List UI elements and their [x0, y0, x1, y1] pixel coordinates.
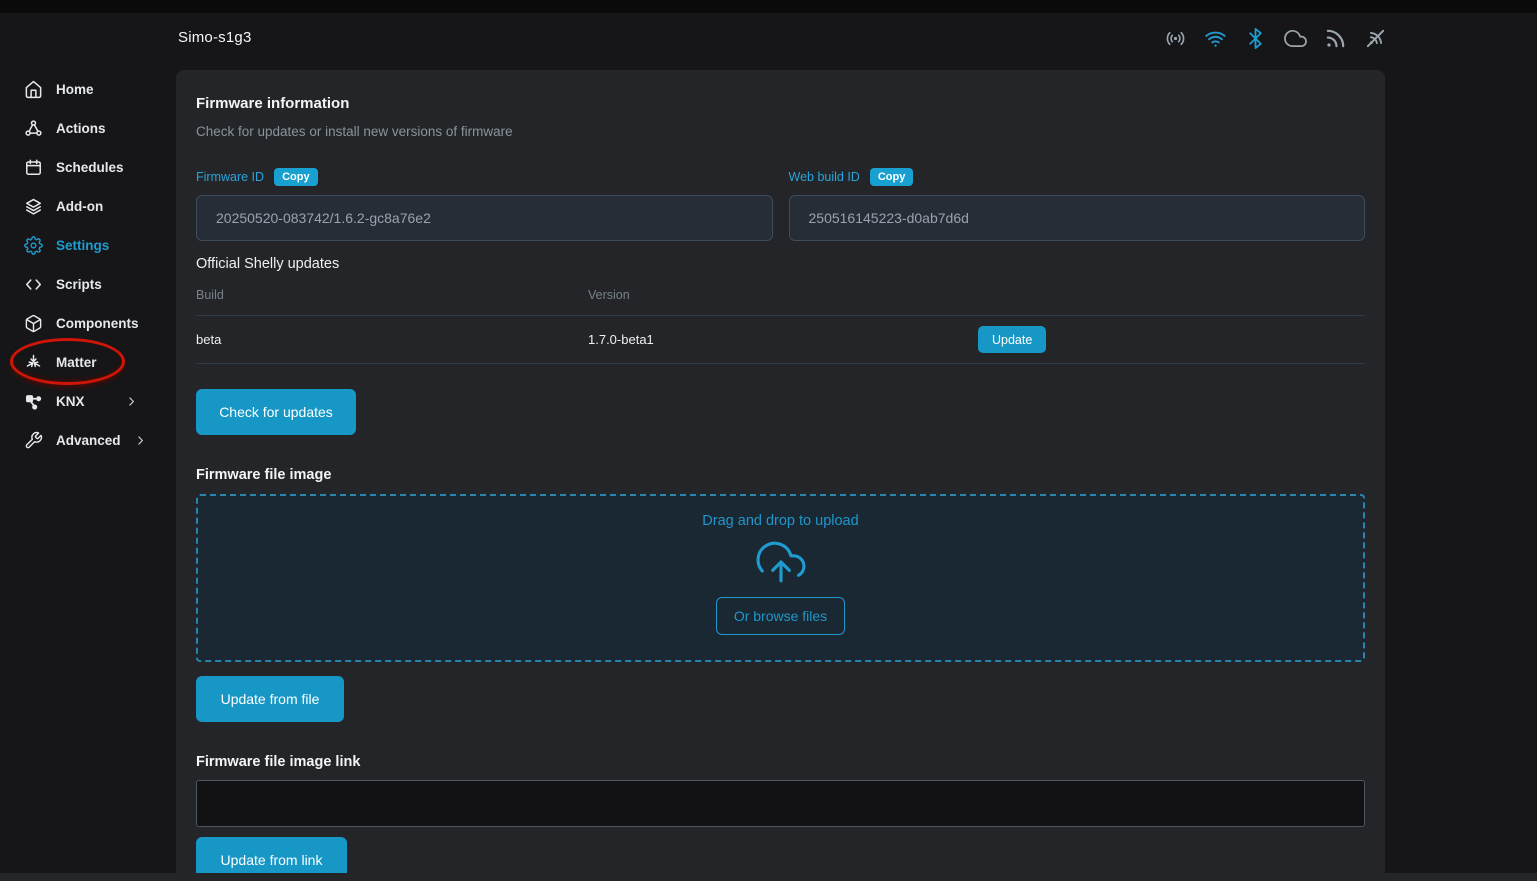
update-row-version: 1.7.0-beta1 — [588, 332, 978, 347]
official-updates-title: Official Shelly updates — [196, 256, 1365, 272]
components-box-icon — [24, 314, 43, 333]
sidebar-item-knx[interactable]: KNX — [0, 382, 176, 421]
update-from-link-button[interactable]: Update from link — [196, 837, 347, 873]
sidebar-item-settings[interactable]: Settings — [0, 226, 176, 265]
sidebar-item-label: Settings — [56, 238, 109, 253]
firmware-link-input[interactable] — [196, 780, 1365, 827]
sidebar-item-matter[interactable]: Matter — [0, 343, 176, 382]
column-header-version: Version — [588, 288, 978, 302]
wifi-icon — [1204, 27, 1227, 50]
sidebar-item-label: Matter — [56, 355, 97, 370]
addon-layers-icon — [24, 197, 43, 216]
update-table-row: beta 1.7.0-beta1 Update — [196, 316, 1365, 364]
firmware-id-input[interactable] — [196, 195, 773, 241]
knx-network-icon — [24, 392, 43, 411]
settings-gear-icon — [24, 236, 43, 255]
check-for-updates-button[interactable]: Check for updates — [196, 389, 356, 435]
sidebar-item-label: KNX — [56, 394, 85, 409]
upload-cloud-icon — [754, 537, 808, 587]
actions-icon — [24, 119, 43, 138]
sidebar-item-advanced[interactable]: Advanced — [0, 421, 176, 460]
firmware-id-label: Firmware ID — [196, 170, 264, 184]
mqtt-icon — [1324, 27, 1347, 50]
dropzone-text: Drag and drop to upload — [702, 513, 858, 529]
device-name-title: Simo-s1g3 — [178, 29, 252, 46]
browse-files-button[interactable]: Or browse files — [716, 597, 845, 635]
matter-icon — [24, 353, 43, 372]
firmware-file-image-link-title: Firmware file image link — [196, 754, 1365, 770]
access-point-icon — [1164, 27, 1187, 50]
schedules-icon — [24, 158, 43, 177]
sidebar-item-label: Components — [56, 316, 139, 331]
home-icon — [24, 80, 43, 99]
update-from-file-button[interactable]: Update from file — [196, 676, 344, 722]
chevron-right-icon — [125, 395, 138, 408]
horizontal-scrollbar-track[interactable] — [0, 873, 1537, 881]
firmware-file-image-title: Firmware file image — [196, 467, 1365, 483]
sidebar-item-schedules[interactable]: Schedules — [0, 148, 176, 187]
firmware-file-dropzone[interactable]: Drag and drop to upload Or browse files — [196, 494, 1365, 662]
column-header-build: Build — [196, 288, 588, 302]
window-top-edge — [0, 0, 1537, 13]
sidebar-item-label: Advanced — [56, 433, 121, 448]
firmware-id-field-group: Firmware ID Copy — [196, 166, 773, 241]
web-build-id-input[interactable] — [789, 195, 1366, 241]
status-icon-bar — [1164, 27, 1387, 50]
sidebar-item-components[interactable]: Components — [0, 304, 176, 343]
firmware-information-subtitle: Check for updates or install new version… — [196, 124, 1365, 139]
sidebar-item-actions[interactable]: Actions — [0, 109, 176, 148]
update-button[interactable]: Update — [978, 326, 1046, 353]
sidebar-item-scripts[interactable]: Scripts — [0, 265, 176, 304]
chevron-right-icon — [134, 434, 147, 447]
cloud-icon — [1284, 27, 1307, 50]
advanced-wrench-icon — [24, 431, 43, 450]
sidebar-item-label: Scripts — [56, 277, 102, 292]
scripts-code-icon — [24, 275, 43, 294]
bluetooth-icon — [1244, 27, 1267, 50]
web-build-id-field-group: Web build ID Copy — [789, 166, 1366, 241]
firmware-information-title: Firmware information — [196, 95, 1365, 112]
web-build-id-label: Web build ID — [789, 170, 860, 184]
firmware-id-fields-row: Firmware ID Copy Web build ID Copy — [196, 166, 1365, 241]
firmware-id-copy-button[interactable]: Copy — [274, 168, 318, 186]
sidebar-item-label: Add-on — [56, 199, 103, 214]
sidebar-item-label: Schedules — [56, 160, 124, 175]
updates-table-header: Build Version — [196, 282, 1365, 316]
web-build-id-copy-button[interactable]: Copy — [870, 168, 914, 186]
update-row-build: beta — [196, 332, 588, 347]
sidebar-item-home[interactable]: Home — [0, 70, 176, 109]
range-extender-disabled-icon — [1364, 27, 1387, 50]
sidebar-item-label: Home — [56, 82, 94, 97]
sidebar-item-addon[interactable]: Add-on — [0, 187, 176, 226]
sidebar-item-label: Actions — [56, 121, 106, 136]
sidebar: Home Actions Schedules Add-on — [0, 70, 176, 873]
settings-firmware-panel: Firmware information Check for updates o… — [176, 70, 1385, 873]
